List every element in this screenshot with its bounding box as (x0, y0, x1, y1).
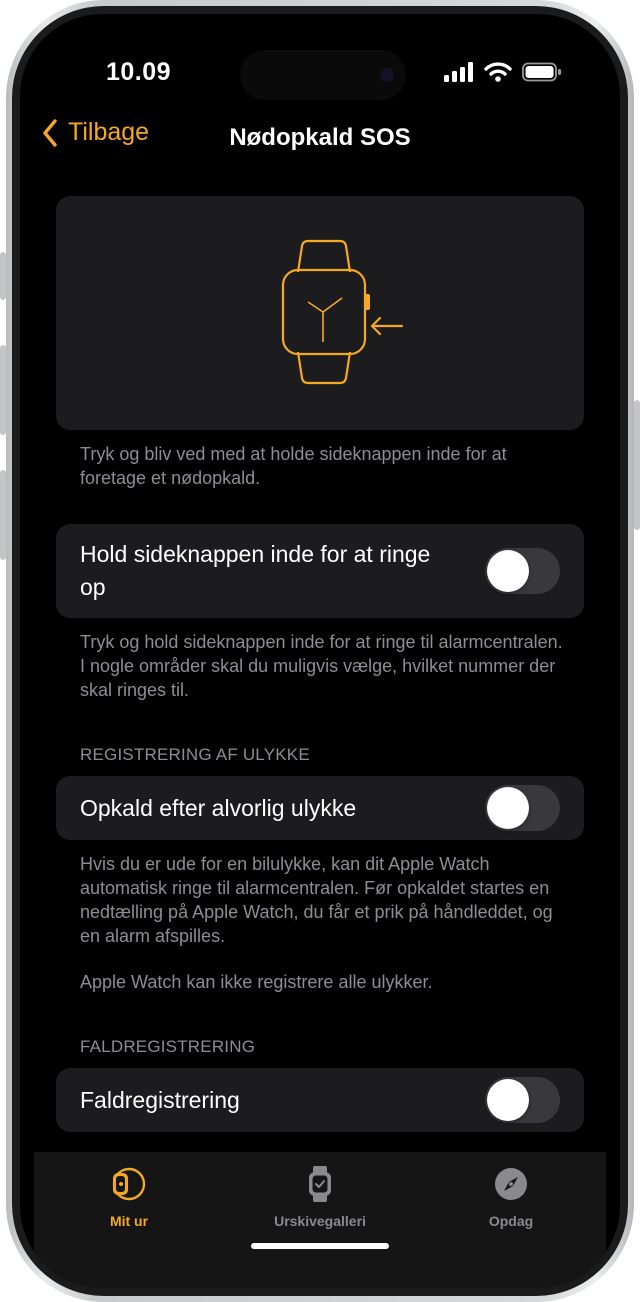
tab-my-watch[interactable]: Mit ur (34, 1164, 224, 1229)
compass-icon (495, 1168, 527, 1200)
wifi-icon (484, 62, 512, 82)
watch-face-gallery-icon (309, 1166, 331, 1202)
side-button-call-row: Hold sideknappen inde for at ringe op (56, 524, 584, 618)
back-button[interactable]: Tilbage (42, 118, 149, 147)
toggle-knob (487, 550, 529, 592)
screen: 10.09 Nødopkald SOS Tilbage Tryk og bliv… (20, 14, 620, 1288)
hero-illustration-card (56, 196, 584, 430)
volume-down-button (0, 470, 6, 560)
tab-my-watch-label: Mit ur (109, 1213, 149, 1229)
chevron-left-icon (43, 118, 57, 147)
volume-up-button (0, 345, 6, 435)
side-button-call-toggle[interactable] (485, 548, 560, 594)
action-button (0, 252, 6, 300)
front-camera (374, 62, 400, 88)
status-icons (444, 62, 562, 82)
fall-detection-label: Faldregistrering (80, 1087, 240, 1113)
watch-icon (112, 1167, 146, 1201)
crash-detection-toggle[interactable] (485, 785, 560, 831)
toggle-knob (487, 1079, 529, 1121)
cellular-signal-icon (444, 62, 473, 82)
tab-discover-label: Opdag (488, 1213, 534, 1229)
crash-detection-header: REGISTRERING AF ULYKKE (80, 745, 310, 764)
back-label: Tilbage (68, 118, 150, 146)
tab-discover[interactable]: Opdag (416, 1164, 606, 1229)
hero-description: Tryk og bliv ved med at holde sideknappe… (80, 444, 507, 488)
fall-detection-toggle[interactable] (485, 1077, 560, 1123)
tab-watch-face-gallery-label: Urskivegalleri (274, 1213, 366, 1229)
side-button-call-label: Hold sideknappen inde for at ringe op (80, 541, 431, 600)
side-button-call-footnote: Tryk og hold sideknappen inde for at rin… (80, 632, 563, 700)
status-time: 10.09 (106, 58, 172, 86)
toggle-knob (487, 787, 529, 829)
crash-detection-label: Opkald efter alvorlig ulykke (80, 795, 357, 821)
battery-icon (522, 62, 561, 82)
apple-watch-side-button-icon (281, 239, 404, 385)
fall-detection-row: Faldregistrering (56, 1068, 584, 1132)
crash-detection-disclaimer: Apple Watch kan ikke registrere alle uly… (80, 972, 433, 992)
crash-detection-row: Opkald efter alvorlig ulykke (56, 776, 584, 840)
home-indicator[interactable] (251, 1243, 389, 1249)
side-button (634, 400, 640, 530)
fall-detection-header: FALDREGISTRERING (80, 1037, 256, 1056)
crash-detection-footnote: Hvis du er ude for en bilulykke, kan dit… (80, 854, 553, 946)
tab-bar: Mit ur Urskivegalleri Opdag (34, 1152, 606, 1288)
tab-watch-face-gallery[interactable]: Urskivegalleri (225, 1164, 415, 1229)
